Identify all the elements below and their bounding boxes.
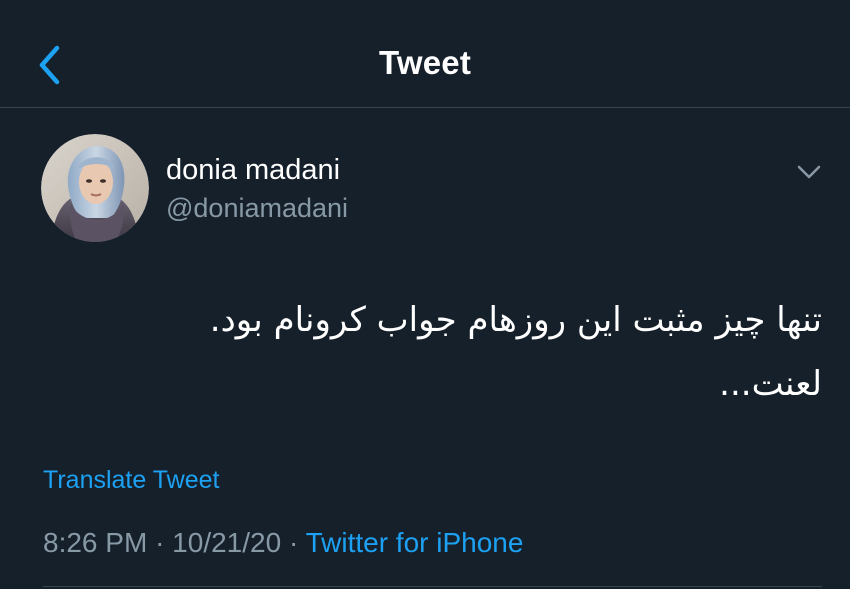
tweet-text: تنها چیز مثبت این روزهام جواب کرونام بود… (32, 288, 822, 416)
page-title: Tweet (378, 44, 472, 81)
chevron-down-icon (797, 165, 821, 179)
tweet-time: 8:26 PM (43, 527, 148, 558)
avatar[interactable] (41, 134, 149, 242)
tweet-text-line: لعنت... (719, 364, 822, 404)
author-username[interactable]: @doniamadani (166, 193, 348, 224)
top-bar: Tweet (0, 0, 850, 108)
tweet-source-link[interactable]: Twitter for iPhone (306, 527, 524, 558)
tweet-text-line: تنها چیز مثبت این روزهام جواب کرونام بود… (209, 300, 822, 340)
meta-separator: · (155, 527, 165, 558)
tweet-date: 10/21/20 (172, 527, 282, 558)
author-display-name[interactable]: donia madani (166, 154, 340, 187)
profile-photo (41, 134, 149, 242)
translate-tweet-link[interactable]: Translate Tweet (43, 466, 219, 495)
tweet-metadata: 8:26 PM · 10/21/20 · Twitter for iPhone (43, 527, 523, 559)
meta-separator: · (288, 527, 299, 558)
tweet-menu-button[interactable] (790, 158, 828, 188)
divider (43, 586, 822, 587)
